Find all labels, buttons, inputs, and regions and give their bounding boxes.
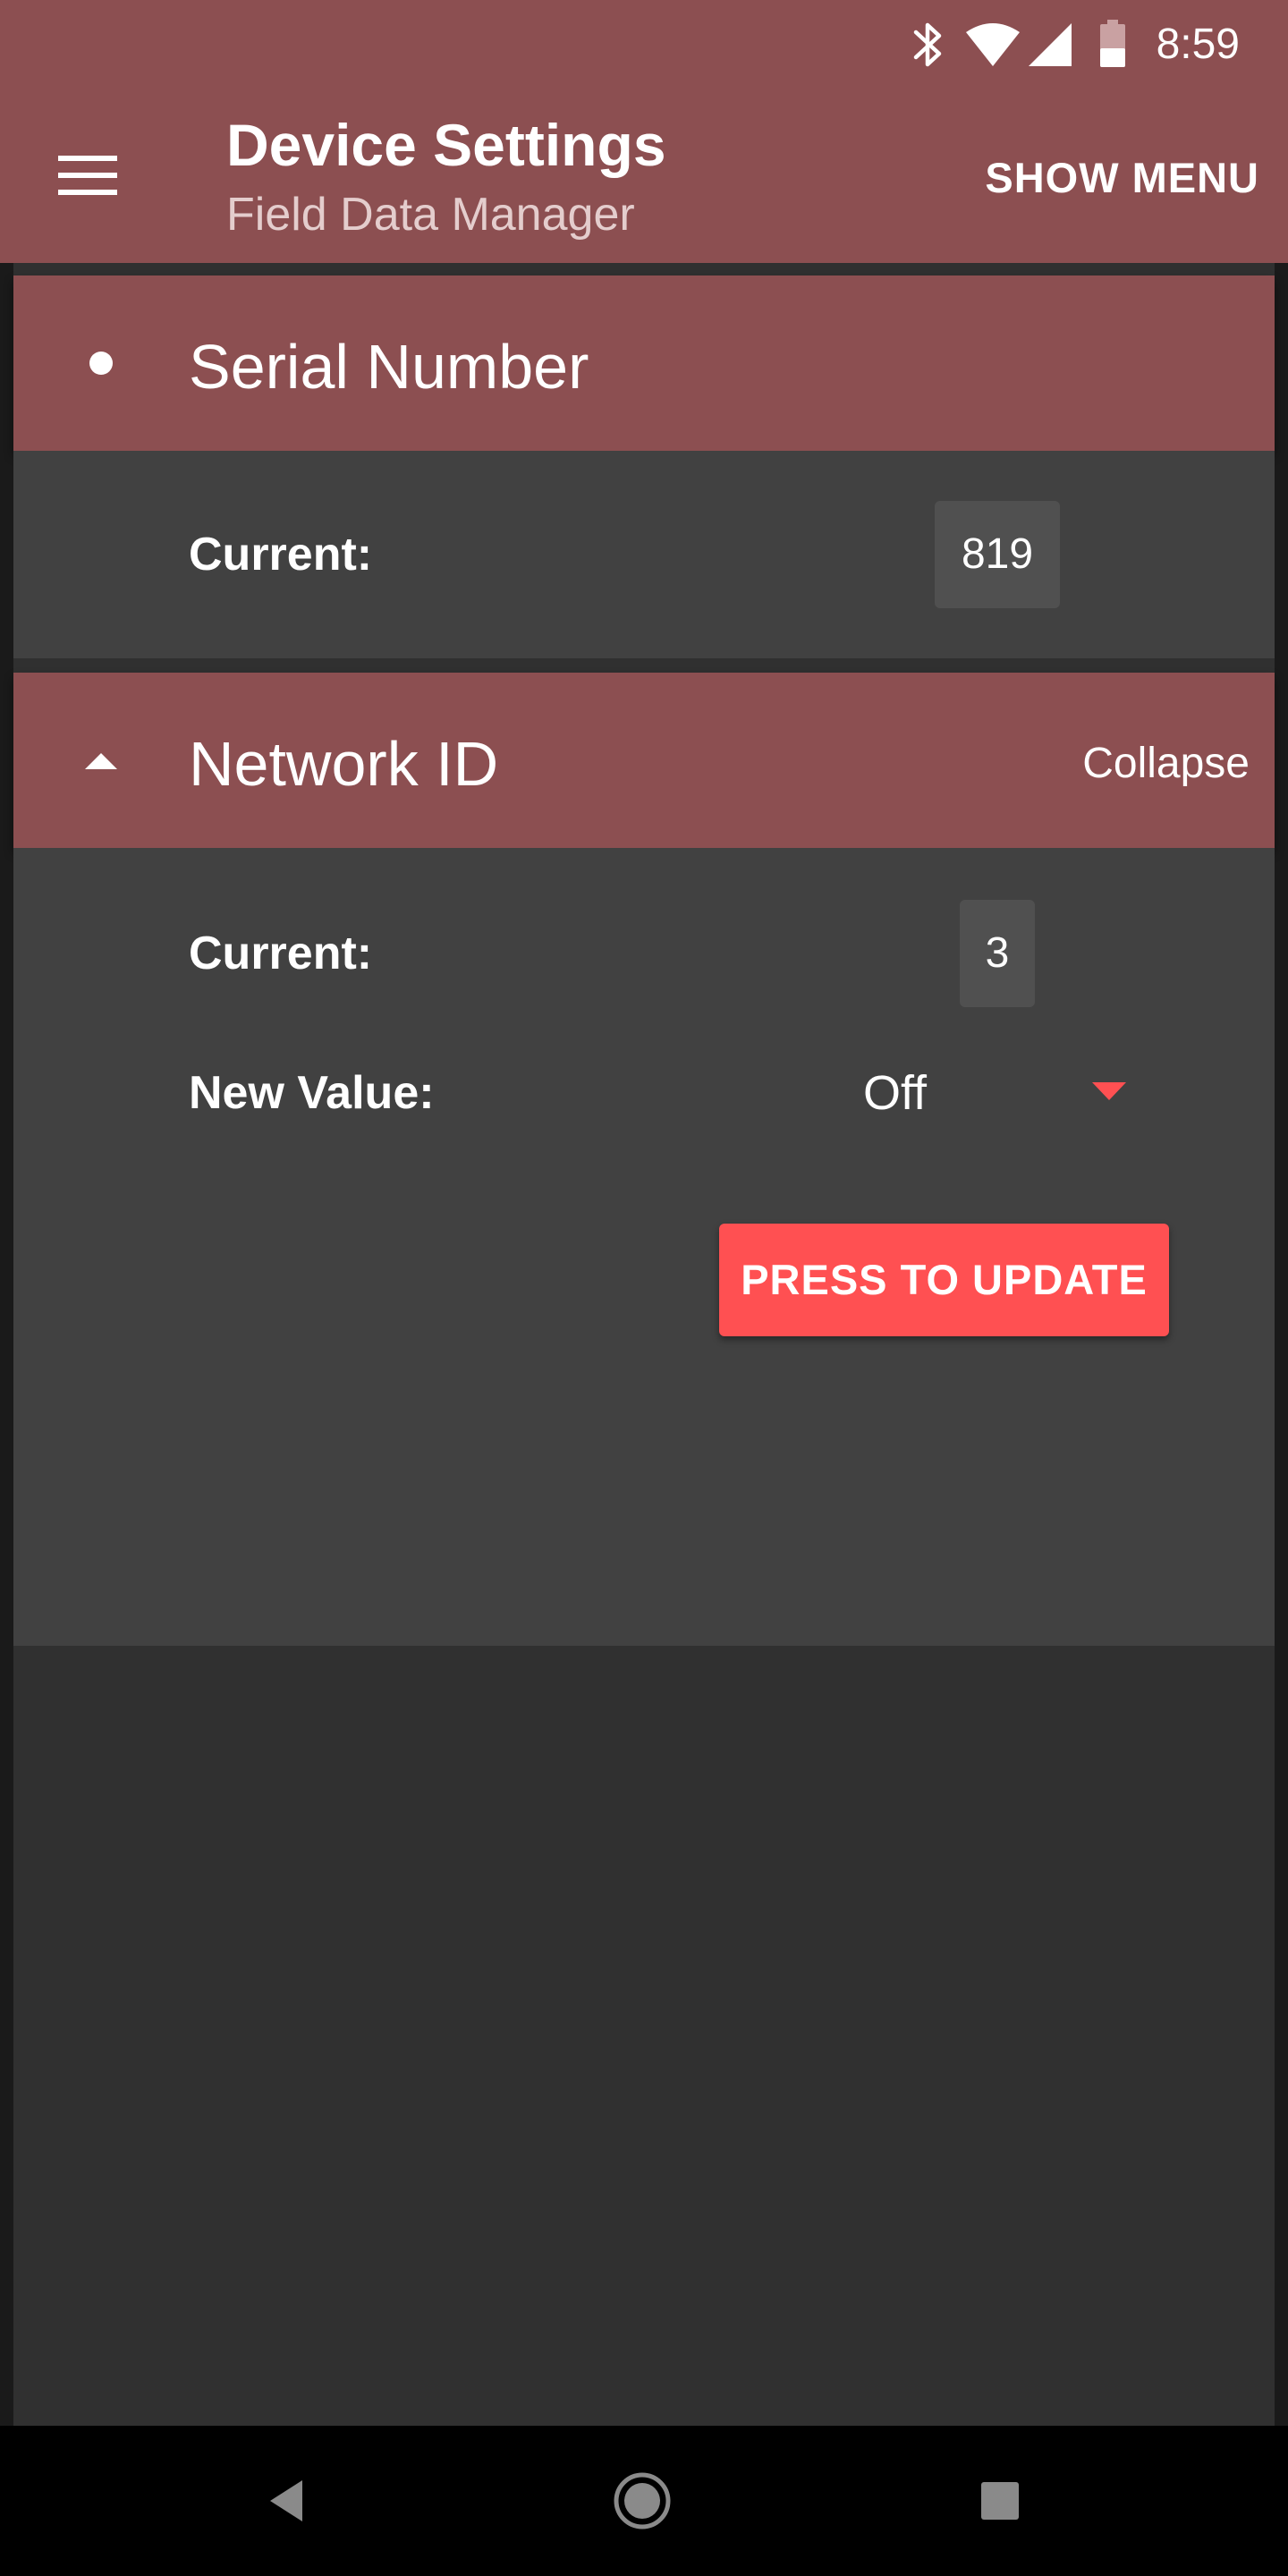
- section-title: Serial Number: [189, 332, 589, 402]
- home-icon: [614, 2472, 671, 2529]
- status-time: 8:59: [1156, 21, 1240, 68]
- current-label: Current:: [189, 928, 373, 979]
- top-bar: 8:59 Device Settings Field Data Manager …: [0, 0, 1288, 263]
- home-button[interactable]: [606, 2465, 678, 2537]
- section-body-network-id: Current: 3 New Value: Off PRESS TO UPDAT…: [13, 848, 1275, 1646]
- cell-signal-icon: [1029, 23, 1072, 66]
- network-current-value: 3: [960, 900, 1035, 1007]
- status-bar: 8:59: [0, 0, 1288, 89]
- dropdown-arrow-icon: [1092, 1082, 1126, 1100]
- dropdown-selected-value: Off: [863, 1066, 928, 1120]
- battery-icon: [1100, 20, 1125, 67]
- app-screen: 8:59 Device Settings Field Data Manager …: [0, 0, 1288, 2576]
- section-body-serial-number: Current: 819: [13, 451, 1275, 658]
- section-header-serial-number[interactable]: Serial Number: [13, 275, 1275, 451]
- new-value-dropdown[interactable]: Off: [845, 1045, 1149, 1143]
- new-value-label: New Value:: [189, 1067, 435, 1119]
- collapse-arrow-up-icon: [76, 735, 126, 785]
- page-title: Device Settings: [226, 112, 666, 178]
- current-label: Current:: [189, 529, 373, 580]
- back-button[interactable]: [250, 2465, 322, 2537]
- show-menu-button[interactable]: SHOW MENU: [981, 147, 1263, 209]
- settings-content: Serial Number Current: 819 Network ID Co…: [13, 263, 1275, 2426]
- press-to-update-button[interactable]: PRESS TO UPDATE: [719, 1224, 1169, 1336]
- hamburger-menu-icon: [58, 156, 117, 195]
- menu-button[interactable]: [36, 134, 140, 216]
- wifi-icon: [966, 23, 1020, 66]
- app-bar: Device Settings Field Data Manager SHOW …: [0, 89, 1288, 263]
- section-title: Network ID: [189, 729, 499, 799]
- section-header-network-id[interactable]: Network ID Collapse: [13, 673, 1275, 848]
- collapse-toggle[interactable]: Collapse: [1082, 737, 1250, 791]
- navigation-bar: [0, 2426, 1288, 2576]
- recents-icon: [981, 2482, 1019, 2520]
- recents-button[interactable]: [964, 2465, 1036, 2537]
- bluetooth-icon: [913, 22, 942, 67]
- back-icon: [270, 2480, 302, 2521]
- page-subtitle: Field Data Manager: [226, 189, 635, 241]
- bullet-dot-icon: [76, 338, 126, 388]
- serial-current-value: 819: [935, 501, 1060, 608]
